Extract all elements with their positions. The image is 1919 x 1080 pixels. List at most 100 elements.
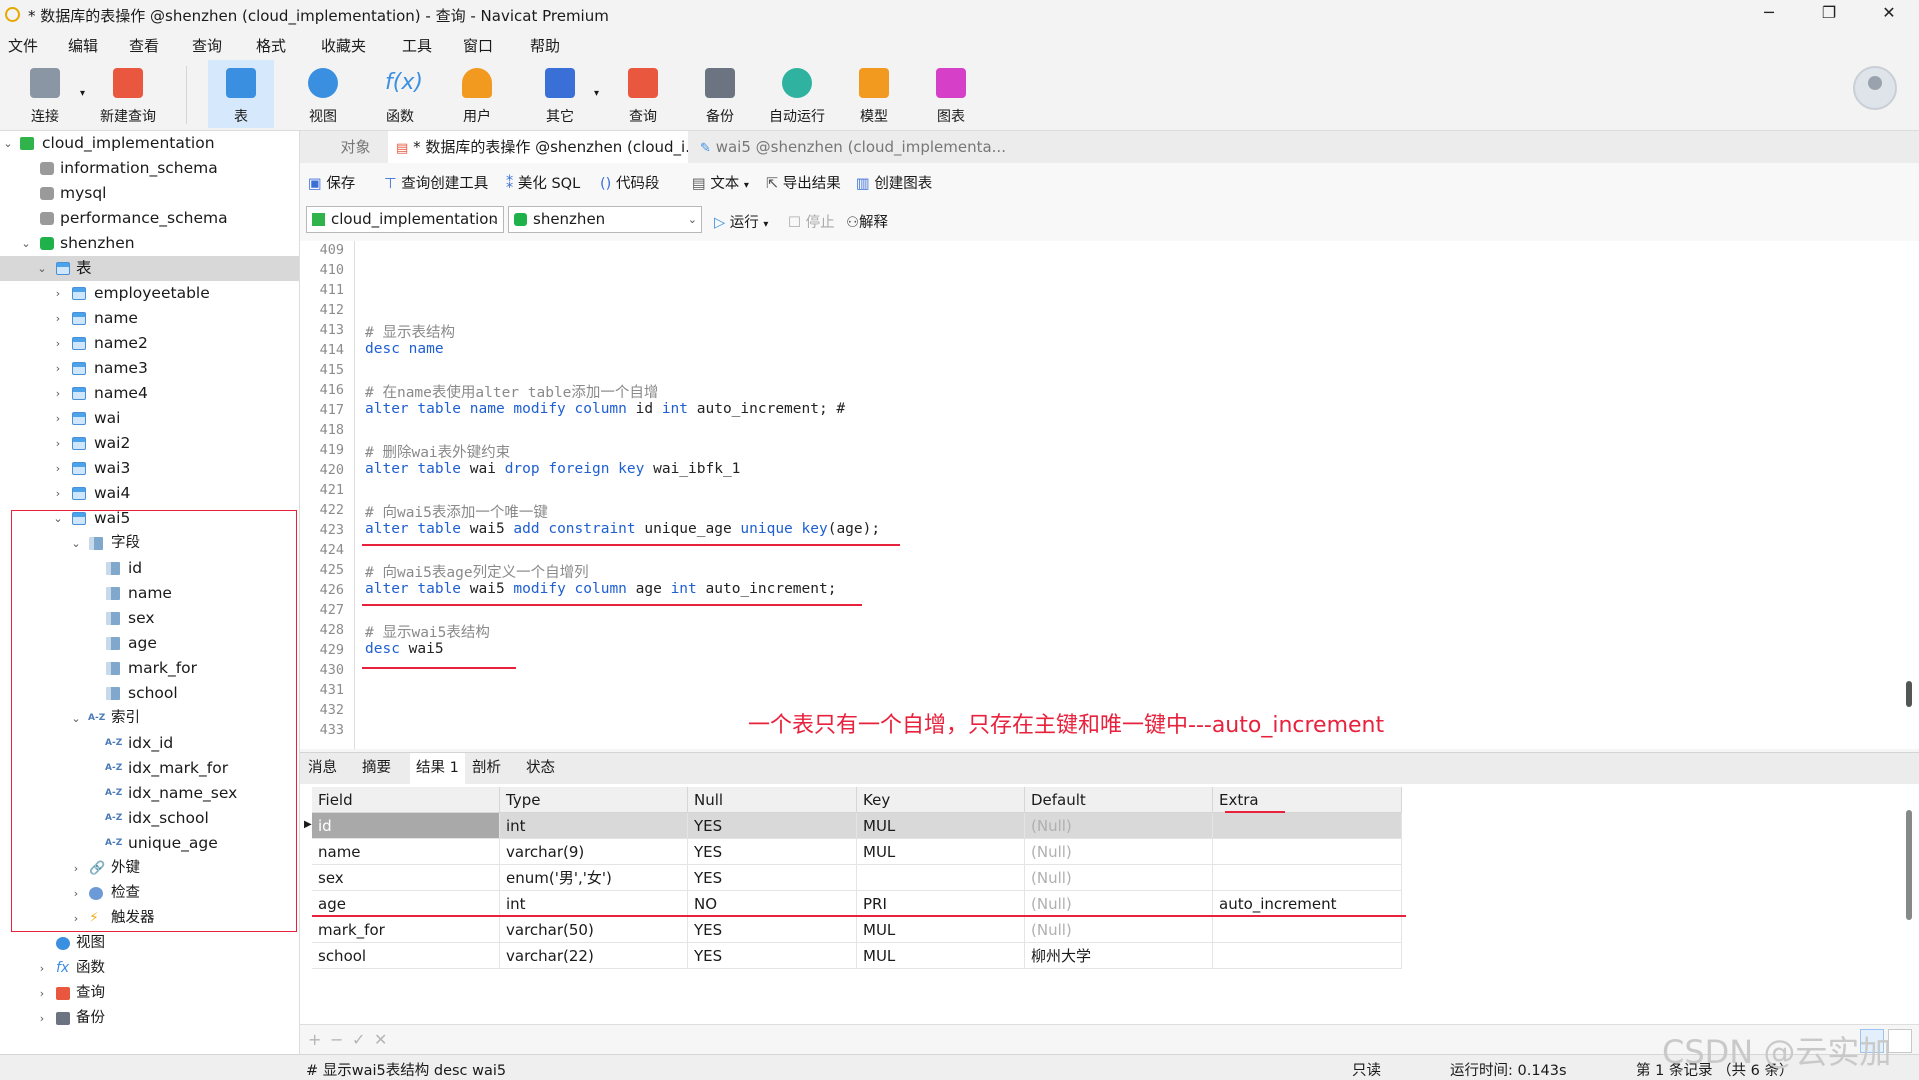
connect-dropdown-icon[interactable]: ▾ [80,88,85,99]
discard-changes-button[interactable]: ✕ [374,1030,387,1049]
text-button[interactable]: ▤ 文本 ▾ [692,172,749,193]
tree-table-name[interactable]: › name [0,306,299,331]
tree-field-age[interactable]: age [0,631,299,656]
minimize-button[interactable]: ─ [1754,3,1784,22]
chevron-right-icon[interactable]: › [70,906,82,931]
database-select[interactable]: shenzhen ⌄ [508,206,702,233]
chevron-right-icon[interactable]: › [52,331,64,356]
chevron-right-icon[interactable]: › [70,881,82,906]
chevron-right-icon[interactable]: › [52,431,64,456]
delete-row-button[interactable]: − [330,1030,343,1049]
tree-views[interactable]: 视图 [0,931,299,956]
result-grid[interactable]: Field Type Null Key Default Extra ▶ id i… [300,784,1919,1024]
menu-query[interactable]: 查询 [192,35,222,56]
tree-table-name2[interactable]: › name2 [0,331,299,356]
table-cell[interactable]: auto_increment [1213,891,1402,917]
table-cell[interactable]: int [500,891,688,917]
editor-scrollbar[interactable] [1906,681,1912,707]
table-cell[interactable]: varchar(22) [500,943,688,969]
tab-messages[interactable]: 消息 [302,753,343,784]
toolbar-automation-button[interactable]: 自动运行 [764,60,830,128]
table-cell[interactable]: YES [688,917,857,943]
tree-index-unique-age[interactable]: A-Z unique_age [0,831,299,856]
code-snippet-button[interactable]: () 代码段 [600,172,659,193]
menu-favorites[interactable]: 收藏夹 [321,35,366,56]
chevron-down-icon[interactable]: ⌄ [36,256,48,281]
tree-table-wai4[interactable]: › wai4 [0,481,299,506]
table-cell[interactable] [1213,813,1402,839]
maximize-button[interactable]: ❐ [1814,3,1844,22]
chevron-right-icon[interactable]: › [52,406,64,431]
toolbar-model-button[interactable]: 模型 [841,60,907,128]
tree-db-shenzhen[interactable]: ⌄ shenzhen [0,231,299,256]
tab-objects[interactable]: 对象 [318,131,393,163]
table-cell[interactable]: varchar(9) [500,839,688,865]
table-cell[interactable]: YES [688,813,857,839]
table-cell[interactable]: MUL [857,839,1025,865]
table-cell[interactable]: YES [688,943,857,969]
table-cell[interactable]: id [312,813,500,839]
table-cell[interactable]: (Null) [1025,813,1213,839]
tree-functions[interactable]: › fx 函数 [0,956,299,981]
menu-format[interactable]: 格式 [256,35,286,56]
table-cell[interactable]: NO [688,891,857,917]
chevron-right-icon[interactable]: › [52,456,64,481]
tree-indexes-folder[interactable]: ⌄ A-Z 索引 [0,706,299,731]
tree-field-name[interactable]: name [0,581,299,606]
table-cell[interactable]: int [500,813,688,839]
tree-triggers[interactable]: › ⚡ 触发器 [0,906,299,931]
toolbar-view-button[interactable]: 视图 [290,60,356,128]
table-cell[interactable]: MUL [857,813,1025,839]
column-header[interactable]: Field [312,787,500,813]
column-header[interactable]: Extra [1213,787,1402,813]
tree-fields-folder[interactable]: ⌄ 字段 [0,531,299,556]
table-cell[interactable] [1213,839,1402,865]
table-cell[interactable]: name [312,839,500,865]
table-cell[interactable]: (Null) [1025,839,1213,865]
tree-db-performance-schema[interactable]: performance_schema [0,206,299,231]
tab-wai5[interactable]: ✎ wai5 @shenzhen (cloud_implementa... [692,131,1012,163]
tab-profile[interactable]: 剖析 [466,753,507,784]
apply-changes-button[interactable]: ✓ [352,1030,365,1049]
tab-status[interactable]: 状态 [520,753,561,784]
tree-index-idx-id[interactable]: A-Z idx_id [0,731,299,756]
toolbar-user-button[interactable]: 用户 [444,60,510,128]
chevron-down-icon[interactable]: ⌄ [70,706,82,731]
tree-table-wai[interactable]: › wai [0,406,299,431]
menu-view[interactable]: 查看 [129,35,159,56]
tree-field-sex[interactable]: sex [0,606,299,631]
table-cell[interactable]: (Null) [1025,891,1213,917]
sql-editor[interactable]: 409 410 411 412 413 414 415 416 417 418 … [300,241,1919,749]
tree-db-mysql[interactable]: mysql [0,181,299,206]
table-cell[interactable]: age [312,891,500,917]
tree-connection[interactable]: ⌄ cloud_implementation [0,131,299,156]
table-cell[interactable]: MUL [857,943,1025,969]
connection-select[interactable]: cloud_implementation ⌄ [306,206,504,233]
menu-tools[interactable]: 工具 [402,35,432,56]
chevron-right-icon[interactable]: › [52,381,64,406]
tree-queries[interactable]: › 查询 [0,981,299,1006]
tree-table-name3[interactable]: › name3 [0,356,299,381]
tree-checks[interactable]: › 检查 [0,881,299,906]
tree-field-mark-for[interactable]: mark_for [0,656,299,681]
create-chart-button[interactable]: ▥ 创建图表 [856,172,932,193]
toolbar-new-query-button[interactable]: 新建查询 [95,60,161,128]
menu-file[interactable]: 文件 [8,35,38,56]
chevron-down-icon[interactable]: ⌄ [20,231,32,256]
toolbar-function-button[interactable]: f(x) 函数 [367,60,433,128]
table-cell[interactable]: sex [312,865,500,891]
table-cell[interactable]: YES [688,839,857,865]
tree-field-id[interactable]: id [0,556,299,581]
save-button[interactable]: ▣ 保存 [308,172,355,193]
query-builder-button[interactable]: ⊤ 查询创建工具 [384,172,488,193]
table-cell[interactable]: MUL [857,917,1025,943]
chevron-right-icon[interactable]: › [52,481,64,506]
tree-table-employeetable[interactable]: › employeetable [0,281,299,306]
user-avatar[interactable] [1853,66,1897,110]
tab-result-1[interactable]: 结果 1 [410,753,465,784]
column-header[interactable]: Null [688,787,857,813]
tree-tables-folder[interactable]: ⌄ 表 [0,256,299,281]
menu-edit[interactable]: 编辑 [68,35,98,56]
table-cell[interactable]: 柳州大学 [1025,943,1213,969]
table-cell[interactable] [857,865,1025,891]
